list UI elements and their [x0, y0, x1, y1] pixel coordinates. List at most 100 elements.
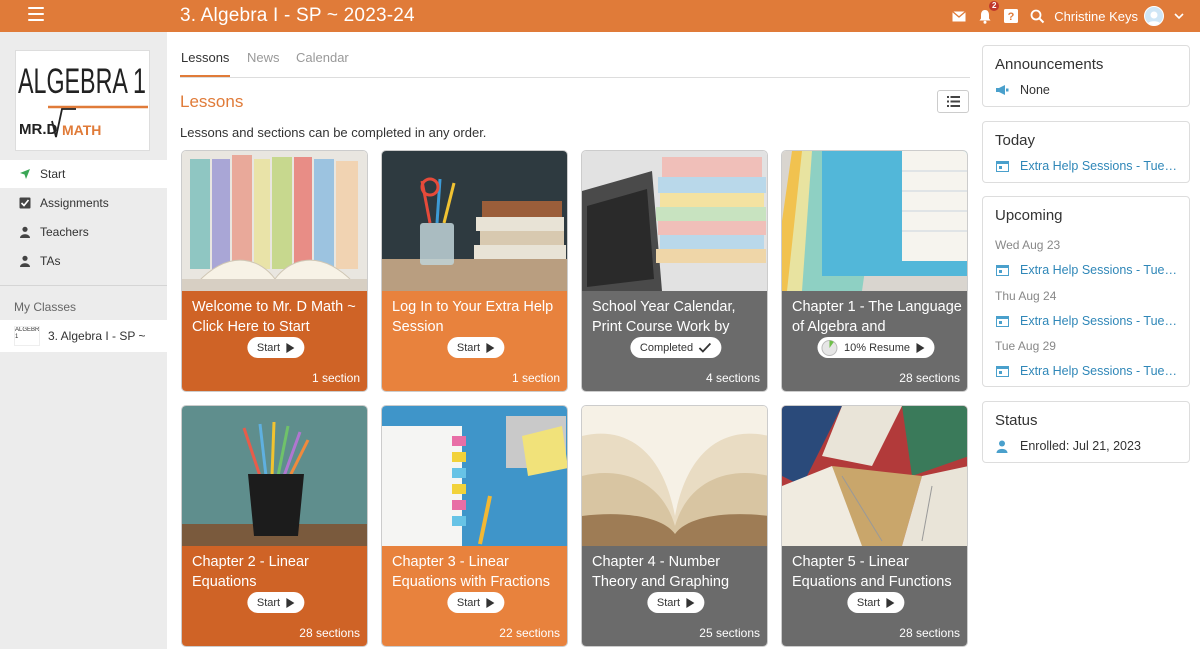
start-button[interactable]: Start [446, 337, 505, 358]
notification-badge: 2 [989, 1, 1000, 11]
start-button[interactable]: Start [446, 592, 505, 613]
lesson-title: Chapter 5 - Linear Equations and Functio… [792, 554, 952, 590]
upcoming-event-row[interactable]: Extra Help Sessions - Tues, Wed, Thurs [995, 364, 1178, 378]
page-title: 3. Algebra I - SP ~ 2023-24 [180, 5, 415, 26]
lesson-card-calendar[interactable]: School Year Calendar, Print Course Work … [581, 150, 768, 392]
lesson-card-body: Chapter 1 - The Language of Algebra and … [782, 291, 967, 391]
section-count: 28 sections [899, 626, 960, 640]
lesson-image-pencils [182, 406, 367, 546]
lesson-image-sticky-notes [382, 406, 567, 546]
resume-button[interactable]: 10% Resume [816, 337, 935, 358]
lesson-title: Chapter 4 - Number Theory and Graphing [592, 554, 730, 590]
lesson-image-laptop [582, 151, 767, 291]
search-icon[interactable] [1028, 7, 1046, 25]
lesson-title: Chapter 1 - The Language of Algebra and [792, 299, 962, 335]
svg-text:ALGEBRA 1: ALGEBRA 1 [18, 62, 146, 101]
play-icon [286, 342, 295, 353]
lesson-card-body: Chapter 5 - Linear Equations and Functio… [782, 546, 967, 646]
lesson-image-open-book [582, 406, 767, 546]
section-count: 1 section [511, 371, 560, 385]
mail-icon[interactable] [950, 7, 968, 25]
play-icon [916, 342, 925, 353]
lesson-image-notebooks [782, 151, 967, 291]
lesson-card-body: School Year Calendar, Print Course Work … [582, 291, 767, 391]
megaphone-icon [995, 83, 1009, 97]
content-tabs: Lessons News Calendar [180, 46, 970, 78]
lesson-card-welcome[interactable]: Welcome to Mr. D Math ~ Click Here to St… [181, 150, 368, 392]
event-link[interactable]: Extra Help Sessions - Tues, Wed, Thurs [1020, 314, 1178, 328]
announcements-title: Announcements [995, 56, 1104, 73]
sidebar-divider [0, 285, 167, 286]
lesson-image-book-pile [782, 406, 967, 546]
lesson-image-supplies [382, 151, 567, 291]
help-icon[interactable]: ? [1002, 7, 1020, 25]
tab-lessons[interactable]: Lessons [181, 50, 229, 65]
svg-text:?: ? [1008, 11, 1015, 23]
class-item[interactable]: ALGEBRA 1 3. Algebra I - SP ~ [0, 320, 167, 352]
lesson-card-chapter-2[interactable]: Chapter 2 - Linear Equations Start 28 se… [181, 405, 368, 647]
section-heading: Lessons [180, 92, 244, 111]
completed-button[interactable]: Completed [629, 337, 722, 358]
list-icon [946, 96, 960, 107]
start-button[interactable]: Start [846, 592, 905, 613]
event-link[interactable]: Extra Help Sessions - Tues, Wed, Thurs [1020, 159, 1178, 173]
sidebar-item-start[interactable]: Start [0, 160, 167, 188]
person-icon [18, 254, 32, 268]
upcoming-event-row[interactable]: Extra Help Sessions - Tues, Wed, Thurs [995, 263, 1178, 277]
notifications-bell-icon[interactable]: 2 [976, 1, 1000, 25]
event-date: Wed Aug 23 [995, 238, 1061, 252]
avatar[interactable] [1144, 6, 1164, 26]
lesson-card-extra-help[interactable]: Log In to Your Extra Help Session Start … [381, 150, 568, 392]
today-panel: Today Extra Help Sessions - Tues, Wed, T… [982, 121, 1190, 183]
class-logo: ALGEBRA 1 MR.D MATH [15, 50, 150, 151]
section-count: 28 sections [299, 626, 360, 640]
lesson-card-body: Log In to Your Extra Help Session Start … [382, 291, 567, 391]
active-tab-indicator [180, 75, 230, 77]
status-value: Enrolled: Jul 21, 2023 [1020, 439, 1141, 453]
sidebar-item-label: TAs [40, 254, 61, 268]
start-button[interactable]: Start [246, 337, 305, 358]
lesson-title: Welcome to Mr. D Math ~ Click Here to St… [192, 299, 356, 335]
section-count: 4 sections [705, 371, 760, 385]
today-event-row[interactable]: Extra Help Sessions - Tues, Wed, Thurs [995, 159, 1178, 173]
sidebar-item-label: Teachers [40, 225, 89, 239]
upcoming-panel: Upcoming Wed Aug 23 Extra Help Sessions … [982, 196, 1190, 387]
sidebar: ALGEBRA 1 MR.D MATH Start Assignments Te… [0, 32, 167, 649]
sidebar-item-label: Assignments [40, 196, 109, 210]
lesson-card-body: Chapter 2 - Linear Equations Start 28 se… [182, 546, 367, 646]
lesson-card-chapter-5[interactable]: Chapter 5 - Linear Equations and Functio… [781, 405, 968, 647]
announcement-value: None [1020, 83, 1050, 97]
chevron-down-icon[interactable] [1172, 7, 1186, 25]
person-icon [18, 225, 32, 239]
upcoming-event-row[interactable]: Extra Help Sessions - Tues, Wed, Thurs [995, 314, 1178, 328]
sidebar-item-assignments[interactable]: Assignments [0, 189, 167, 217]
hamburger-menu-icon[interactable] [28, 7, 44, 21]
lesson-card-chapter-1[interactable]: Chapter 1 - The Language of Algebra and … [781, 150, 968, 392]
checkbox-icon [18, 196, 32, 210]
event-link[interactable]: Extra Help Sessions - Tues, Wed, Thurs [1020, 364, 1178, 378]
start-button[interactable]: Start [246, 592, 305, 613]
today-title: Today [995, 132, 1036, 149]
lesson-card-chapter-3[interactable]: Chapter 3 - Linear Equations with Fracti… [381, 405, 568, 647]
user-name[interactable]: Christine Keys [1054, 9, 1138, 24]
start-button[interactable]: Start [646, 592, 705, 613]
event-date: Tue Aug 29 [995, 339, 1056, 353]
lesson-card-body: Chapter 3 - Linear Equations with Fracti… [382, 546, 567, 646]
list-view-button[interactable] [937, 90, 969, 113]
lesson-card-chapter-4[interactable]: Chapter 4 - Number Theory and Graphing S… [581, 405, 768, 647]
calendar-event-icon [995, 314, 1009, 328]
play-icon [686, 597, 695, 608]
sidebar-item-teachers[interactable]: Teachers [0, 218, 167, 246]
play-icon [486, 342, 495, 353]
svg-text:MATH: MATH [62, 122, 101, 138]
tab-news[interactable]: News [247, 50, 280, 65]
top-bar: 3. Algebra I - SP ~ 2023-24 2 ? Christin… [0, 0, 1200, 32]
tab-calendar[interactable]: Calendar [296, 50, 349, 65]
event-link[interactable]: Extra Help Sessions - Tues, Wed, Thurs [1020, 263, 1178, 277]
event-date: Thu Aug 24 [995, 289, 1057, 303]
calendar-event-icon [995, 364, 1009, 378]
sidebar-item-tas[interactable]: TAs [0, 247, 167, 275]
announcement-row: None [995, 83, 1050, 97]
arrow-icon [18, 167, 32, 181]
status-row: Enrolled: Jul 21, 2023 [995, 439, 1141, 453]
